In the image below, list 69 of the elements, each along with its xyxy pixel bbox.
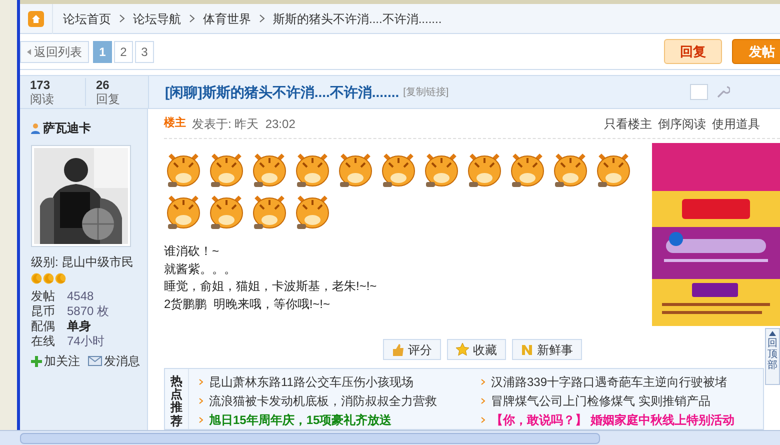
star-icon xyxy=(456,343,469,356)
floor-label: 楼主 xyxy=(164,116,186,132)
hot-link[interactable]: 汉浦路339十字路口遇奇葩车主逆向行驶被堵 xyxy=(491,372,728,390)
breadcrumb-link[interactable]: 体育世界 xyxy=(203,10,251,28)
plus-icon xyxy=(31,356,42,366)
bullet-icon xyxy=(481,416,485,422)
bullet-icon xyxy=(481,378,485,384)
profile-label: 在线 xyxy=(31,332,56,350)
moon-icon xyxy=(55,272,66,284)
profile-label: 发帖 xyxy=(31,288,56,304)
thumbs-up-icon xyxy=(392,344,404,356)
horizontal-scrollbar[interactable] xyxy=(0,430,780,445)
author-name[interactable]: 萨瓦迪卡 xyxy=(43,119,91,137)
hot-title: 热点推荐 xyxy=(165,369,189,429)
breadcrumb-link[interactable]: 斯斯的猪头不许消....不许消....... xyxy=(273,10,442,28)
envelope-icon xyxy=(88,356,102,366)
wrench-icon[interactable] xyxy=(716,85,730,100)
post-tool-link[interactable]: 使用道具 xyxy=(712,114,760,132)
post-action-button[interactable]: 收藏 xyxy=(447,339,506,360)
bullet-icon xyxy=(199,398,203,404)
page-button[interactable]: 2 xyxy=(114,40,133,63)
chevron-icon xyxy=(119,14,125,24)
profile-label: 昆币 xyxy=(31,302,56,320)
moon-icon xyxy=(43,272,54,284)
hot-link[interactable]: 冒牌煤气公司上门检修煤气 实则推销产品 xyxy=(491,392,710,410)
post-tool-link[interactable]: 只看楼主 xyxy=(604,114,652,132)
thread-title: [闲聊]斯斯的猪头不许消....不许消....... xyxy=(165,82,400,102)
back-to-list-button[interactable]: 返回列表 xyxy=(20,40,89,63)
letter-icon xyxy=(521,344,533,356)
hot-link[interactable]: 旭日15年周年庆，15项豪礼齐放送 xyxy=(209,410,392,428)
post-action-button[interactable]: 新鲜事 xyxy=(512,339,582,360)
bullet-icon xyxy=(199,416,203,422)
message-link[interactable]: 发消息 xyxy=(88,352,140,370)
breadcrumb-link[interactable]: 论坛首页 xyxy=(63,10,111,28)
hot-link[interactable]: 【你，敢说吗？】 婚姻家庭中秋线上特别活动 xyxy=(491,410,734,428)
bullet-icon xyxy=(481,398,485,404)
left-arrow-icon xyxy=(27,48,31,55)
post-text-line: 谁消砍！~ xyxy=(164,243,220,260)
stat-label: 阅读 xyxy=(30,92,55,106)
post-action-button[interactable]: 评分 xyxy=(383,339,441,360)
home-icon[interactable] xyxy=(28,10,44,27)
moon-icon xyxy=(31,272,42,284)
follow-link[interactable]: 加关注 xyxy=(31,352,80,370)
reply-button[interactable]: 回复 xyxy=(664,39,722,64)
profile-value: 5870 枚 xyxy=(67,302,110,320)
post-text-line: 2货鹏鹏 明晚来哦，等你哦!~!~ xyxy=(164,296,332,312)
up-arrow-icon xyxy=(769,331,776,336)
profile-value: 4548 xyxy=(67,288,94,304)
post-tool-link[interactable]: 倒序阅读 xyxy=(658,114,706,132)
profile-label: 配偶 xyxy=(31,318,56,334)
bullet-icon xyxy=(199,378,203,384)
user-icon xyxy=(31,122,40,134)
breadcrumb-link[interactable]: 论坛导航 xyxy=(133,10,181,28)
user-level: 级别: 昆山中级市民 xyxy=(31,254,135,271)
post-text-line: 就酱紫。。。 xyxy=(164,260,237,278)
hot-link[interactable]: 昆山萧林东路11路公交车压伤小孩现场 xyxy=(209,372,414,390)
stat-label: 回复 xyxy=(96,92,120,106)
back-to-top-button[interactable]: 回顶部 xyxy=(765,328,780,385)
small-input-field[interactable] xyxy=(690,84,708,100)
post-time: 发表于: 昨天 23:02 xyxy=(192,116,296,132)
chevron-icon xyxy=(259,14,265,24)
profile-value: 74小时 xyxy=(67,332,104,350)
stat-value: 26 xyxy=(96,78,110,92)
chevron-icon xyxy=(189,14,195,24)
page-button[interactable]: 3 xyxy=(135,40,154,63)
stat-value: 173 xyxy=(30,78,52,92)
profile-value: 单身 xyxy=(67,318,91,334)
hot-link[interactable]: 流浪猫被卡发动机底板，消防叔叔全力营救 xyxy=(209,392,437,410)
post-text-line: 睡觉，俞姐，猫姐，卡波斯基，老朱!~!~ xyxy=(164,278,378,295)
